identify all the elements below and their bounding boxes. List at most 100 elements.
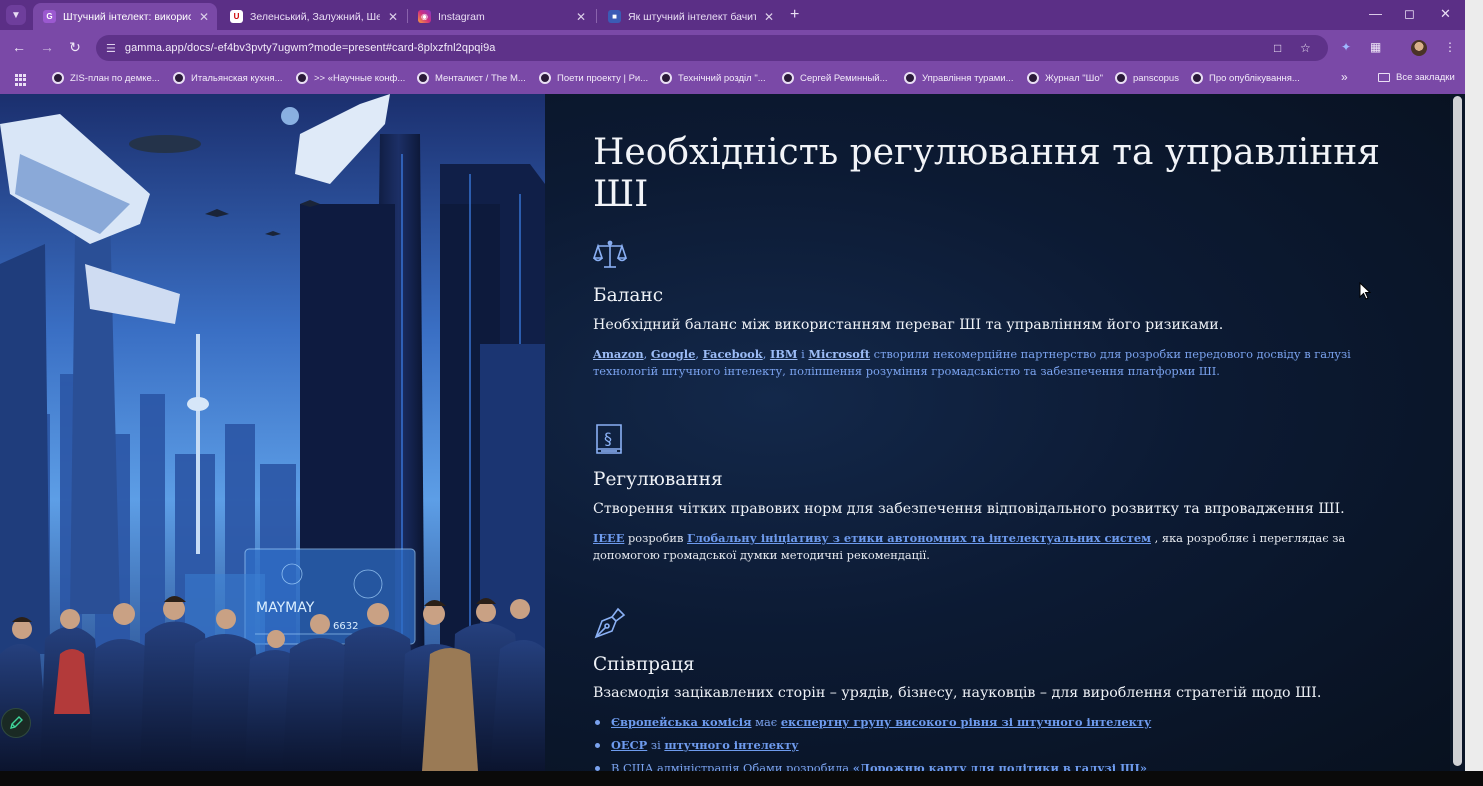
address-bar[interactable]: ☰ gamma.app/docs/-ef4bv3pvty7ugwm?mode=p… — [96, 35, 1328, 61]
extension-icon[interactable]: ✦ — [1341, 40, 1351, 54]
tab-title: Як штучний інтелект бачить в — [628, 10, 756, 23]
forward-button[interactable]: → — [38, 39, 56, 55]
install-app-icon[interactable]: □ — [1274, 35, 1281, 61]
bookmark-star-icon[interactable]: ☆ — [1300, 35, 1311, 61]
bookmark-item[interactable]: Управління турами... — [904, 72, 1014, 84]
page-viewport: MAYMAY 6632 Необхідність регулювання та … — [0, 94, 1465, 771]
bookmark-item[interactable]: Поети проекту | Ри... — [539, 72, 648, 84]
link-expert-group[interactable]: експертну групу високого рівня зі штучно… — [781, 715, 1151, 729]
browser-window-frame: ▼ G Штучний інтелект: використа ✕ U Зеле… — [0, 0, 1465, 94]
close-window-button[interactable]: ✕ — [1440, 6, 1451, 22]
hero-image: MAYMAY 6632 — [0, 94, 545, 771]
os-taskbar — [0, 771, 1483, 786]
globe-icon — [1115, 72, 1127, 84]
tab-ai-sees[interactable]: ■ Як штучний інтелект бачить в ✕ — [598, 3, 782, 30]
tab-search-button[interactable]: ▼ — [6, 5, 26, 25]
collaboration-list: Європейська комісія має експертну групу … — [593, 714, 1151, 771]
link-global-initiative[interactable]: Глобальну ініціативу з етики автономних … — [687, 531, 1151, 545]
section-heading: Регулювання — [593, 469, 723, 490]
new-tab-button[interactable]: + — [790, 6, 799, 24]
bookmarks-bar: ZIS-план по демке... Итальянская кухня..… — [0, 66, 1465, 94]
tab-instagram[interactable]: ◉ Instagram ✕ — [408, 3, 594, 30]
arrow-right-icon: → — [40, 39, 54, 55]
gamma-icon: G — [43, 10, 56, 23]
fountain-pen-icon — [594, 607, 626, 639]
url-text[interactable]: gamma.app/docs/-ef4bv3pvty7ugwm?mode=pre… — [125, 42, 496, 54]
globe-icon — [782, 72, 794, 84]
svg-text:§: § — [604, 429, 612, 448]
link-oecd[interactable]: ОЕСР — [611, 738, 647, 752]
bookmark-item[interactable]: Сергей Реминный... — [782, 72, 888, 84]
globe-icon — [52, 72, 64, 84]
puzzle-icon[interactable]: ▦ — [1370, 40, 1381, 54]
chevron-down-icon: ▼ — [11, 9, 21, 21]
globe-icon — [417, 72, 429, 84]
back-button[interactable]: ← — [10, 39, 28, 55]
scales-icon — [593, 240, 627, 268]
pencil-icon — [10, 716, 23, 729]
browser-toolbar: ← → ↻ ☰ gamma.app/docs/-ef4bv3pvty7ugwm?… — [0, 30, 1465, 66]
folder-icon — [1378, 73, 1390, 82]
section-lead: Взаємодія зацікавлених сторін – урядів, … — [593, 685, 1322, 701]
bookmarks-overflow-button[interactable]: » — [1341, 70, 1348, 84]
link-microsoft[interactable]: Microsoft — [808, 347, 870, 361]
bookmark-item[interactable]: panscopus — [1115, 72, 1179, 84]
bookmark-item[interactable]: Итальянская кухня... — [173, 72, 283, 84]
minimize-button[interactable]: — — [1369, 6, 1382, 21]
reload-icon: ↻ — [69, 39, 81, 55]
link-google[interactable]: Google — [651, 347, 695, 361]
minimize-icon: — — [1369, 6, 1382, 21]
section-heading: Співпраця — [593, 654, 695, 675]
link-ai[interactable]: штучного інтелекту — [664, 738, 798, 752]
bookmark-item[interactable]: Журнал "Шо" — [1027, 72, 1103, 84]
maximize-button[interactable]: ◻ — [1404, 6, 1415, 22]
reload-button[interactable]: ↻ — [66, 39, 84, 56]
bookmark-item[interactable]: >> «Научные конф... — [296, 72, 405, 84]
tab-news[interactable]: U Зеленський, Залужний, Шевче ✕ — [220, 3, 406, 30]
news-icon: U — [230, 10, 243, 23]
instagram-icon: ◉ — [418, 10, 431, 23]
arrow-left-icon: ← — [12, 39, 26, 55]
plus-icon: + — [790, 6, 800, 23]
bookmark-item[interactable]: Про опублікування... — [1191, 72, 1300, 84]
edit-button[interactable] — [1, 708, 31, 738]
mouse-cursor-icon — [1359, 282, 1371, 300]
desktop-edge — [1465, 0, 1483, 771]
globe-icon — [1191, 72, 1203, 84]
bookmark-item[interactable]: Технічний розділ "... — [660, 72, 766, 84]
close-icon[interactable]: ✕ — [764, 10, 774, 24]
all-bookmarks-button[interactable]: Все закладки — [1378, 72, 1455, 83]
link-facebook[interactable]: Facebook — [703, 347, 763, 361]
section-lead: Створення чітких правових норм для забез… — [593, 501, 1345, 517]
close-icon[interactable]: ✕ — [576, 10, 586, 24]
tab-title: Зеленський, Залужний, Шевче — [250, 10, 380, 23]
list-item: Європейська комісія має експертну групу … — [593, 714, 1151, 737]
more-vertical-icon[interactable]: ⋮ — [1444, 40, 1456, 54]
tab-separator — [596, 9, 597, 23]
section-lead: Необхідний баланс між використанням пере… — [593, 317, 1224, 333]
futuristic-city-illustration: MAYMAY 6632 — [0, 94, 545, 771]
bookmark-item[interactable]: ZIS-план по демке... — [52, 72, 160, 84]
tab-strip: ▼ G Штучний інтелект: використа ✕ U Зеле… — [0, 0, 1465, 30]
tab-gamma[interactable]: G Штучний інтелект: використа ✕ — [33, 3, 217, 30]
link-ibm[interactable]: IBM — [770, 347, 798, 361]
presentation-card: Необхідність регулювання та управління Ш… — [545, 94, 1450, 771]
list-item: В США адміністрація Обами розробила «Дор… — [593, 760, 1151, 771]
link-amazon[interactable]: Amazon — [593, 347, 644, 361]
globe-icon — [660, 72, 672, 84]
link-european-commission[interactable]: Європейська комісія — [611, 715, 752, 729]
bookmark-item[interactable]: Менталист / The M... — [417, 72, 526, 84]
link-ieee[interactable]: IEEE — [593, 531, 624, 545]
globe-icon — [173, 72, 185, 84]
link-roadmap[interactable]: «Дорожню карту для політики в галузі ШІ» — [853, 761, 1147, 771]
section-heading: Баланс — [593, 285, 664, 306]
page-scrollbar[interactable] — [1450, 94, 1465, 771]
globe-icon — [904, 72, 916, 84]
avatar[interactable] — [1411, 40, 1427, 56]
scrollbar-thumb[interactable] — [1453, 96, 1462, 766]
apps-grid-icon[interactable] — [15, 74, 27, 86]
site-settings-icon[interactable]: ☰ — [106, 42, 116, 55]
close-icon[interactable]: ✕ — [388, 10, 398, 24]
law-book-icon: § — [596, 424, 622, 454]
close-icon[interactable]: ✕ — [199, 10, 209, 24]
